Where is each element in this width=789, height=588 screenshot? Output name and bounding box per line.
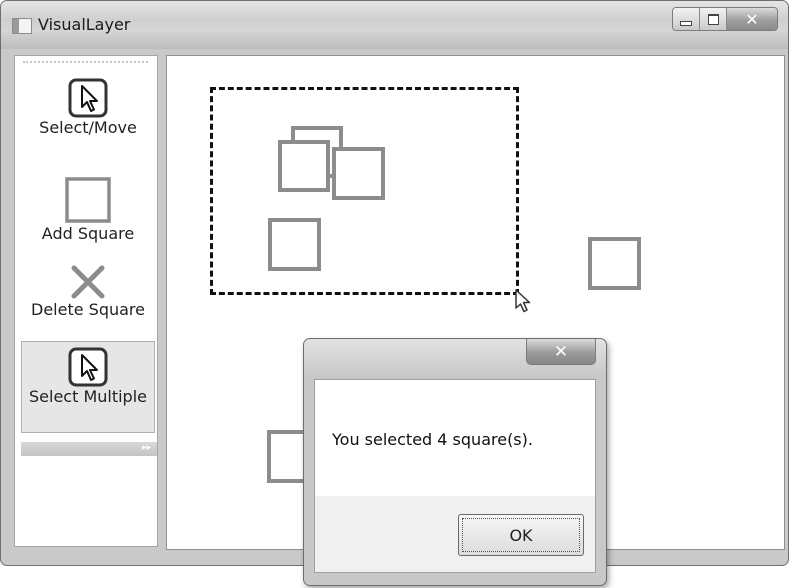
square-icon — [65, 177, 111, 223]
dialog-content: You selected 4 square(s). OK — [314, 379, 596, 573]
tool-label: Delete Square — [31, 300, 145, 319]
toolbox-grip[interactable] — [23, 61, 148, 65]
dialog-close-button[interactable]: ✕ — [526, 339, 596, 365]
tool-label: Select/Move — [39, 118, 137, 137]
minimize-button[interactable] — [673, 8, 700, 30]
square-shape[interactable] — [332, 147, 385, 200]
tool-delete-square[interactable]: Delete Square — [21, 264, 155, 334]
window-titlebar[interactable]: VisualLayer ✕ — [1, 1, 788, 49]
close-icon: ✕ — [745, 9, 759, 29]
tool-select-move[interactable]: Select/Move — [21, 78, 155, 162]
app-window-icon[interactable] — [12, 18, 32, 34]
square-shape[interactable] — [278, 140, 330, 192]
x-icon — [71, 265, 105, 299]
dialog-message: You selected 4 square(s). — [332, 430, 533, 449]
arrow-cursor-icon — [68, 78, 108, 118]
ok-button[interactable]: OK — [458, 514, 584, 556]
close-icon: ✕ — [553, 341, 569, 362]
toolbox-overflow-bar[interactable]: ▸▸ — [21, 442, 157, 456]
square-shape[interactable] — [268, 218, 321, 271]
tool-select-multiple[interactable]: Select Multiple — [21, 341, 155, 433]
tool-add-square[interactable]: Add Square — [21, 176, 155, 250]
minimize-icon — [680, 20, 692, 26]
tool-label: Select Multiple — [29, 387, 147, 406]
selection-message-dialog: ✕ You selected 4 square(s). OK — [303, 338, 607, 586]
maximize-button[interactable] — [700, 8, 727, 30]
maximize-icon — [707, 13, 719, 25]
arrow-cursor-icon — [68, 347, 108, 387]
dialog-button-area: OK — [315, 496, 595, 572]
window-title: VisualLayer — [38, 15, 131, 34]
tool-label: Add Square — [41, 224, 135, 243]
square-shape[interactable] — [588, 237, 641, 290]
toolbox-panel: Select/Move Add Square Delete Square Sel… — [14, 55, 158, 547]
mouse-pointer-icon — [515, 289, 531, 313]
close-button[interactable]: ✕ — [727, 8, 777, 30]
window-controls: ✕ — [672, 7, 778, 31]
overflow-chevron-icon: ▸▸ — [141, 443, 151, 453]
dialog-titlebar[interactable]: ✕ — [304, 339, 606, 379]
